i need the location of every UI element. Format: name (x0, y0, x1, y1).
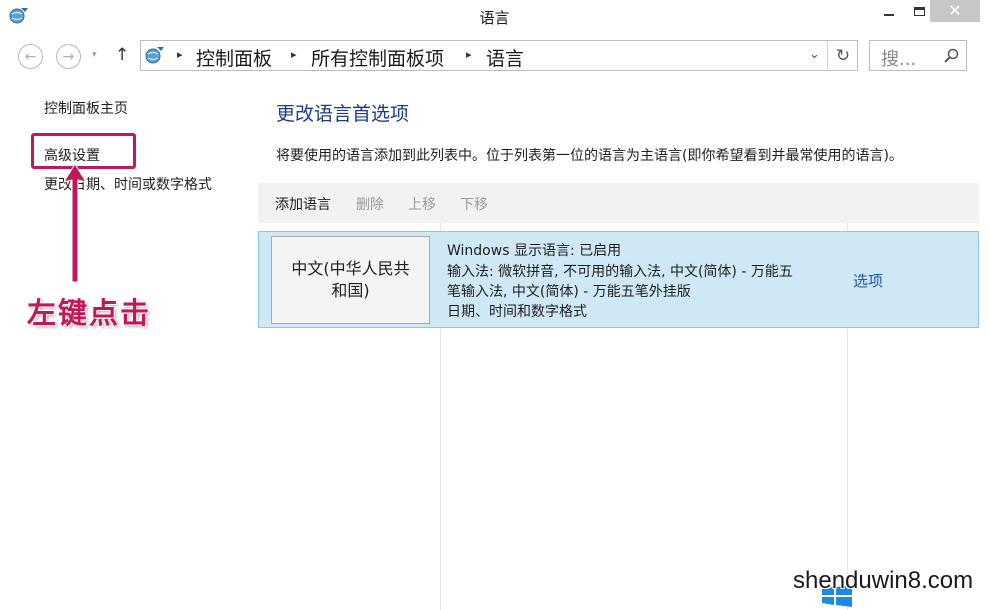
back-arrow-icon: ← (24, 48, 37, 65)
page-title: 更改语言首选项 (276, 103, 410, 125)
language-detail-date-format: 日期、时间和数字格式 (447, 304, 587, 320)
breadcrumb-separator[interactable]: ▸ (466, 48, 472, 61)
forward-button[interactable]: → (56, 44, 81, 69)
recent-locations-dropdown[interactable]: ▾ (92, 50, 97, 60)
delete-button[interactable]: 删除 (356, 194, 384, 214)
minimize-button[interactable] (873, 0, 905, 22)
language-options-link[interactable]: 选项 (853, 270, 883, 291)
navigation-bar: ← → ▾ ↑ ▸ 控制面板 ▸ 所有控制面板项 ▸ 语言 ⌄ ↻ 搜... (0, 34, 989, 78)
minimize-icon (884, 14, 894, 16)
move-up-button[interactable]: 上移 (408, 194, 436, 214)
breadcrumb-language[interactable]: 语言 (486, 44, 524, 71)
window-title: 语言 (479, 9, 510, 27)
close-button[interactable]: ✕ (930, 0, 980, 22)
breadcrumb-all-items[interactable]: 所有控制面板项 (311, 44, 444, 71)
up-arrow-icon[interactable]: ↑ (115, 45, 129, 65)
address-bar[interactable]: ▸ 控制面板 ▸ 所有控制面板项 ▸ 语言 ⌄ ↻ (140, 40, 858, 71)
sidebar-item-control-panel-home[interactable]: 控制面板主页 (44, 98, 128, 118)
search-icon[interactable] (943, 48, 959, 64)
language-detail-input-method: 输入法: 微软拼音, 不可用的输入法, 中文(简体) - 万能五 (447, 264, 793, 280)
control-panel-icon (145, 47, 164, 64)
close-icon: ✕ (948, 1, 962, 20)
page-description: 将要使用的语言添加到此列表中。位于列表第一位的语言为主语言(即你希望看到并最常使… (276, 148, 903, 164)
title-bar: 语言 ✕ (0, 0, 989, 34)
refresh-icon: ↻ (835, 45, 851, 66)
breadcrumb-separator[interactable]: ▸ (177, 48, 183, 61)
search-box[interactable]: 搜... (869, 40, 967, 71)
annotation-arrow-icon (62, 163, 88, 283)
watermark-text: shenduwin8.com (793, 567, 974, 594)
language-detail-input-method-cont: 笔输入法, 中文(简体) - 万能五笔外挂版 (447, 284, 691, 300)
refresh-button[interactable]: ↻ (827, 41, 858, 70)
breadcrumb-separator[interactable]: ▸ (291, 48, 297, 61)
back-button[interactable]: ← (18, 44, 43, 69)
breadcrumb-control-panel[interactable]: 控制面板 (196, 44, 272, 71)
forward-arrow-icon: → (62, 48, 75, 65)
language-name-button[interactable]: 中文(中华人民共和国) (271, 236, 430, 324)
add-language-button[interactable]: 添加语言 (275, 194, 331, 214)
chevron-down-icon[interactable]: ⌄ (809, 47, 820, 62)
move-down-button[interactable]: 下移 (460, 194, 488, 214)
maximize-icon (913, 6, 925, 16)
language-toolbar: 添加语言 删除 上移 下移 (258, 183, 979, 223)
search-placeholder: 搜... (881, 49, 917, 70)
annotation-text: 左键点击 (27, 296, 152, 330)
language-detail-display: Windows 显示语言: 已启用 (447, 243, 622, 259)
